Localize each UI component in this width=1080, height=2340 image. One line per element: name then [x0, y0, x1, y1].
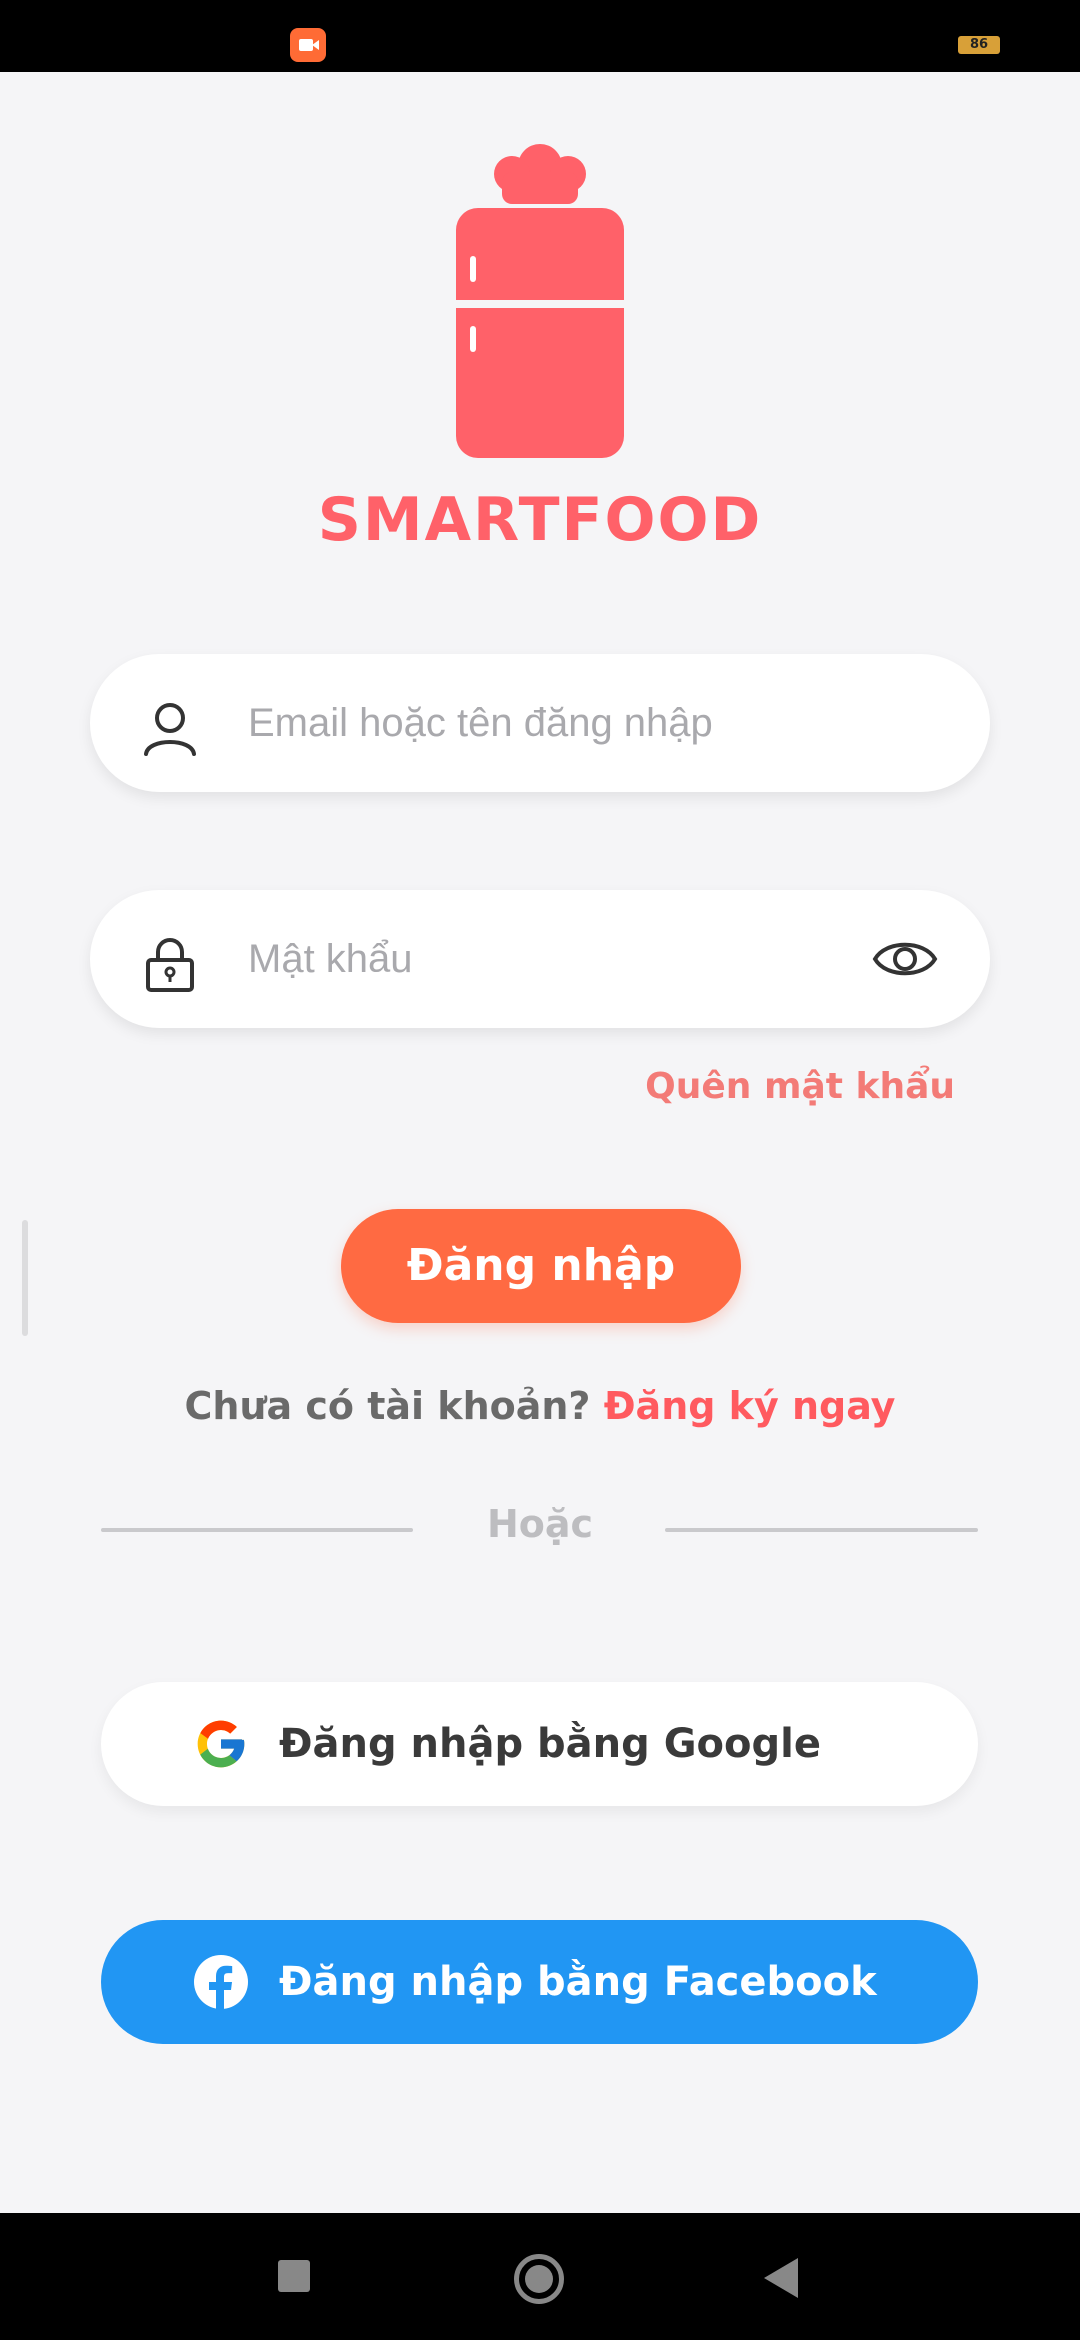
- email-placeholder: Email hoặc tên đăng nhập: [248, 701, 713, 745]
- google-icon: [197, 1720, 245, 1768]
- forgot-password-link[interactable]: Quên mật khẩu: [645, 1066, 955, 1107]
- scroll-indicator: [22, 1220, 28, 1336]
- back-icon[interactable]: [764, 2258, 798, 2298]
- home-icon[interactable]: [514, 2254, 564, 2304]
- lock-icon: [146, 938, 194, 992]
- recent-apps-icon[interactable]: [278, 2260, 310, 2292]
- register-prompt: Chưa có tài khoản? Đăng ký ngay: [0, 1384, 1080, 1428]
- divider-right: [665, 1528, 978, 1532]
- eye-icon[interactable]: [872, 934, 938, 984]
- facebook-login-label: Đăng nhập bằng Facebook: [279, 1959, 877, 2005]
- password-field[interactable]: Mật khẩu: [90, 890, 990, 1028]
- app-logo-icon: [456, 144, 624, 458]
- login-screen: 86 SMARTFOOD Email hoặc tên đăng nhập Mậ…: [0, 0, 1080, 2340]
- facebook-icon: [194, 1955, 248, 2010]
- no-account-text: Chưa có tài khoản?: [184, 1384, 591, 1428]
- email-field[interactable]: Email hoặc tên đăng nhập: [90, 654, 990, 792]
- app-name: SMARTFOOD: [317, 485, 763, 555]
- status-bar: 86: [0, 0, 1080, 72]
- divider-label: Hoặc: [486, 1502, 594, 1546]
- screen-record-icon: [290, 28, 326, 62]
- register-link[interactable]: Đăng ký ngay: [604, 1384, 896, 1428]
- battery-indicator: 86: [958, 36, 1000, 54]
- user-icon: [144, 703, 196, 756]
- google-login-label: Đăng nhập bằng Google: [279, 1721, 821, 1767]
- google-login-button[interactable]: Đăng nhập bằng Google: [101, 1682, 978, 1806]
- login-button[interactable]: Đăng nhập: [341, 1209, 741, 1323]
- facebook-login-button[interactable]: Đăng nhập bằng Facebook: [101, 1920, 978, 2044]
- password-placeholder: Mật khẩu: [248, 937, 413, 981]
